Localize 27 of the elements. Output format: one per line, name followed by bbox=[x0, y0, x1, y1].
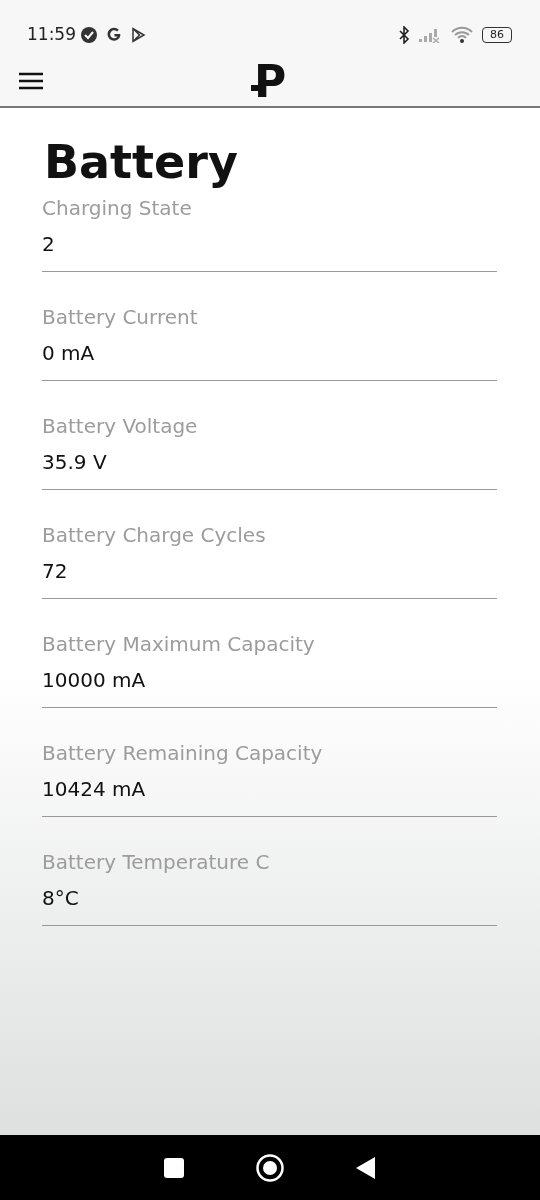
field-value: 2 bbox=[42, 230, 56, 257]
field-label: Battery Temperature C bbox=[42, 848, 271, 875]
field-value: 35.9 V bbox=[42, 448, 108, 475]
signal-icon bbox=[418, 26, 442, 43]
field-label: Battery Maximum Capacity bbox=[42, 630, 316, 657]
bluetooth-icon bbox=[398, 25, 410, 44]
field-value: 10424 mA bbox=[42, 775, 147, 802]
menu-icon[interactable] bbox=[18, 71, 44, 91]
status-time: 11:59 bbox=[27, 22, 76, 46]
google-icon bbox=[106, 26, 122, 43]
battery-indicator: 86 bbox=[482, 26, 512, 43]
field-label: Battery Voltage bbox=[42, 412, 199, 439]
field-value: 8°C bbox=[42, 884, 80, 911]
field-label: Battery Remaining Capacity bbox=[42, 739, 324, 766]
wifi-icon bbox=[450, 25, 474, 44]
check-badge-icon bbox=[80, 25, 98, 44]
recents-button[interactable] bbox=[164, 1157, 184, 1178]
play-store-icon bbox=[130, 26, 146, 43]
field-label: Battery Current bbox=[42, 303, 199, 330]
field-value: 72 bbox=[42, 557, 69, 584]
home-button[interactable] bbox=[256, 1153, 284, 1182]
field-value: 10000 mA bbox=[42, 666, 147, 693]
field-label: Battery Charge Cycles bbox=[42, 521, 267, 548]
back-button[interactable] bbox=[356, 1156, 376, 1179]
page-title: Battery bbox=[44, 136, 239, 189]
field-label: Charging State bbox=[42, 194, 193, 221]
field-value: 0 mA bbox=[42, 339, 96, 366]
